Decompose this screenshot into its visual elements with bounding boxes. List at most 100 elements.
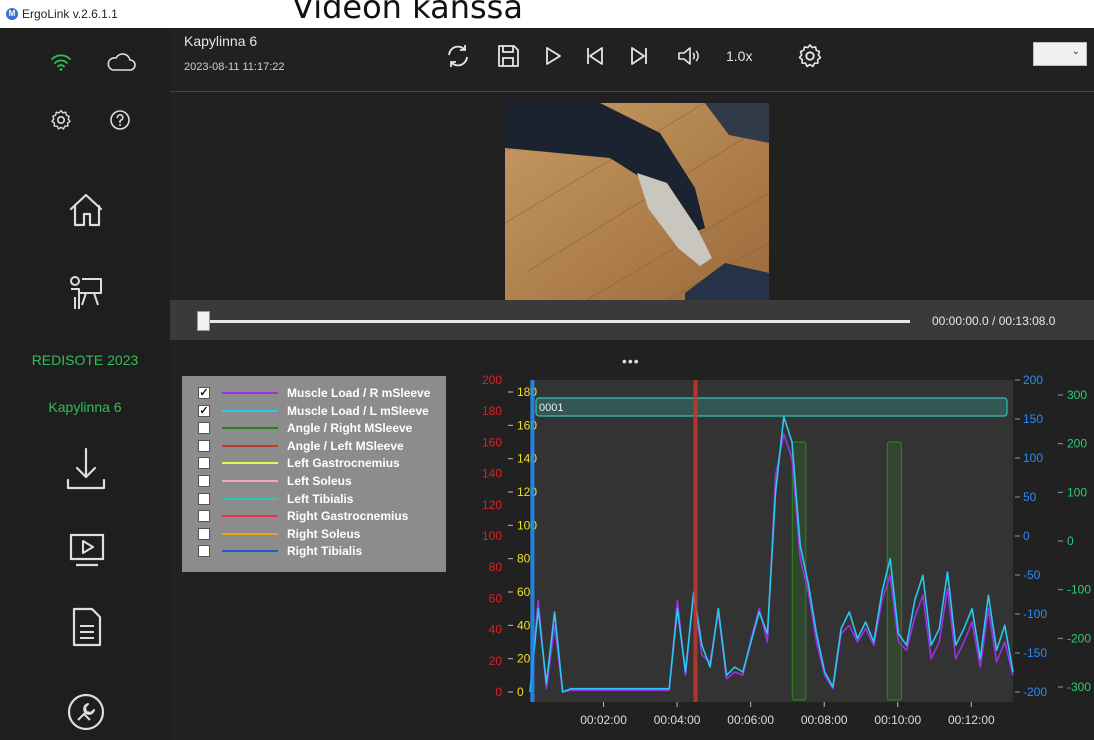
axis-tick-label: 200 — [482, 373, 502, 387]
save-icon[interactable] — [494, 42, 522, 70]
legend-row[interactable]: Left Soleus — [198, 473, 444, 489]
legend-swatch — [222, 497, 278, 500]
legend-label: Left Gastrocnemius — [287, 456, 400, 471]
skip-forward-icon[interactable] — [625, 42, 653, 70]
axis-tick-label: 200 — [1067, 437, 1087, 451]
axis-tick-label: 300 — [1067, 388, 1087, 402]
refresh-icon[interactable] — [444, 42, 472, 70]
legend-swatch — [222, 392, 278, 394]
axis-tick-label: 100 — [1067, 485, 1087, 499]
axis-tick-label: 100 — [482, 529, 502, 543]
legend-row[interactable]: Right Soleus — [198, 526, 444, 542]
timeline-time: 00:00:00.0 / 00:13:08.0 — [932, 314, 1056, 328]
series-checkbox[interactable] — [198, 492, 210, 505]
more-options-icon[interactable]: ••• — [622, 353, 640, 369]
series-checkbox[interactable] — [198, 510, 210, 523]
series-checkbox[interactable] — [198, 422, 210, 435]
axis-tick-label: 100 — [1023, 451, 1043, 465]
series-checkbox[interactable]: ✓ — [198, 404, 210, 417]
presentation-icon[interactable] — [66, 273, 106, 313]
axis-tick-label: -100 — [1023, 607, 1047, 621]
gear-icon[interactable] — [49, 108, 73, 132]
subject-label[interactable]: Kapylinna 6 — [0, 399, 170, 415]
series-checkbox[interactable]: ✓ — [198, 387, 210, 399]
legend-label: Muscle Load / R mSleeve — [287, 386, 431, 400]
axis-tick-label: 60 — [489, 591, 503, 605]
video-frame[interactable] — [505, 103, 769, 301]
app-name: ErgoLink v.2.6.1.1 — [22, 7, 118, 21]
legend-label: Right Soleus — [287, 526, 361, 541]
legend-row[interactable]: Left Gastrocnemius — [198, 455, 444, 471]
view-dropdown[interactable]: ⌄ — [1033, 42, 1087, 66]
recording-date: 2023-08-11 11:17:22 — [184, 61, 285, 73]
axis-tick-label: -200 — [1023, 685, 1047, 699]
wifi-icon[interactable] — [49, 50, 73, 74]
legend-row[interactable]: Right Gastrocnemius — [198, 508, 444, 524]
series-checkbox[interactable] — [198, 439, 210, 452]
axis-tick-label: 200 — [1023, 373, 1043, 387]
project-label[interactable]: REDISOTE 2023 — [0, 352, 170, 368]
axis-tick-label: 20 — [489, 654, 503, 668]
legend-label: Right Gastrocnemius — [287, 509, 409, 524]
axis-tick-label: 120 — [482, 498, 502, 512]
axis-tick-label: 0 — [517, 685, 524, 699]
series-checkbox[interactable] — [198, 545, 210, 558]
playback-speed[interactable]: 1.0x — [726, 48, 752, 64]
legend-row[interactable]: Left Tibialis — [198, 491, 444, 507]
legend-swatch — [222, 409, 278, 412]
x-tick-label: 00:04:00 — [654, 713, 701, 727]
legend-label: Left Soleus — [287, 474, 352, 488]
axis-tick-label: 0 — [495, 685, 502, 699]
report-icon[interactable] — [70, 606, 104, 648]
download-icon[interactable] — [66, 446, 106, 492]
axis-tick-label: -150 — [1023, 646, 1047, 660]
help-icon[interactable] — [108, 108, 132, 132]
home-icon[interactable] — [67, 191, 105, 229]
timeline-bar: 00:00:00.0 / 00:13:08.0 — [170, 300, 1094, 340]
series-checkbox[interactable] — [198, 527, 210, 540]
volume-icon[interactable] — [675, 42, 703, 70]
video-playback-icon[interactable] — [68, 531, 106, 569]
x-tick-label: 00:06:00 — [727, 713, 774, 727]
legend-swatch — [222, 444, 278, 447]
timeline-thumb[interactable] — [197, 311, 210, 331]
cloud-icon[interactable] — [105, 50, 137, 74]
skip-back-icon[interactable] — [581, 42, 609, 70]
axis-tick-label: 140 — [482, 467, 502, 481]
highlight-region — [886, 441, 903, 701]
legend-swatch — [222, 480, 278, 482]
x-tick-label: 00:02:00 — [580, 713, 627, 727]
signal-chart[interactable]: 2001801601401201008060402001801601401201… — [449, 368, 1094, 740]
overlay-title: Videon kanssa — [292, 0, 523, 26]
recording-title: Kapylinna 6 — [184, 33, 258, 49]
legend-row[interactable]: Right Tibialis — [198, 543, 444, 559]
legend-label: Left Tibialis — [287, 491, 354, 506]
axis-tick-label: -200 — [1067, 631, 1091, 645]
series-checkbox[interactable] — [198, 475, 210, 487]
axis-tick-label: 80 — [489, 560, 503, 574]
axis-tick-label: 80 — [517, 552, 531, 566]
x-tick-label: 00:10:00 — [874, 713, 921, 727]
tools-icon[interactable] — [66, 692, 106, 732]
plot-area — [530, 380, 1013, 702]
legend-label: Angle / Left MSleeve — [287, 438, 404, 453]
app-logo-icon: M — [6, 8, 18, 20]
play-icon[interactable] — [539, 42, 567, 70]
x-tick-label: 00:08:00 — [801, 713, 848, 727]
settings-icon[interactable] — [796, 42, 824, 70]
legend-row[interactable]: ✓ Muscle Load / L mSleeve — [198, 403, 444, 419]
legend-row[interactable]: Angle / Right MSleeve — [198, 420, 444, 436]
chevron-down-icon: ⌄ — [1071, 46, 1080, 57]
sidebar: REDISOTE 2023 Kapylinna 6 — [0, 28, 170, 740]
legend-row[interactable]: ✓ Muscle Load / R mSleeve — [198, 385, 444, 401]
series-checkbox[interactable] — [198, 457, 210, 470]
legend-row[interactable]: Angle / Left MSleeve — [198, 438, 444, 454]
title-bar: M ErgoLink v.2.6.1.1 — [0, 0, 1094, 28]
timeline-track[interactable] — [200, 320, 910, 323]
legend-label: Angle / Right MSleeve — [287, 421, 413, 436]
legend-swatch — [222, 550, 278, 553]
legend-swatch — [222, 515, 278, 518]
legend-swatch — [222, 532, 278, 535]
axis-tick-label: 60 — [517, 585, 531, 599]
axis-tick-label: 0 — [1067, 534, 1074, 548]
